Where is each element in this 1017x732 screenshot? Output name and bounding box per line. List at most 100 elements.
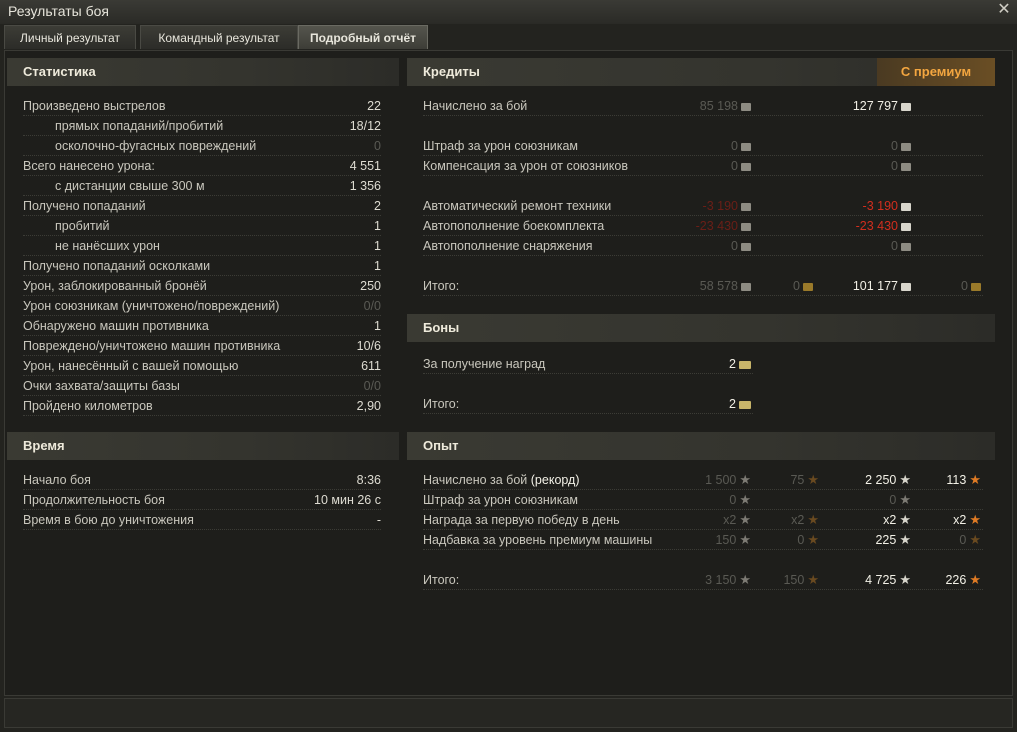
credits-base-gold-value: 0 bbox=[793, 277, 813, 295]
statistics-row: Урон союзникам (уничтожено/повреждений) 0… bbox=[23, 297, 381, 316]
statistics-row-value: 0/0 bbox=[363, 299, 381, 313]
statistics-row: Пройдено километров 2,90 bbox=[23, 397, 381, 416]
free-xp-star-icon: ★ bbox=[807, 472, 819, 487]
credits-row-label: Итого: bbox=[423, 279, 460, 293]
xp-row-label-text: Итого: bbox=[423, 573, 460, 587]
bond-icon bbox=[739, 360, 751, 369]
credits-base-value: -3 190 bbox=[703, 197, 751, 215]
credits-row: Автоматический ремонт техники -3 190 -3 19… bbox=[423, 197, 983, 216]
free-xp-star-icon: ★ bbox=[807, 572, 819, 587]
statistics-header: Статистика bbox=[7, 58, 399, 86]
xp-base-value: x2 ★ bbox=[723, 511, 751, 529]
xp-row-label-text: Начислено за бой bbox=[423, 473, 528, 487]
xp-star-icon: ★ bbox=[739, 472, 751, 487]
time-row-label: Начало боя bbox=[23, 473, 91, 487]
xp-base-value: 0 ★ bbox=[729, 491, 751, 509]
credits-row-label: Автопополнение снаряжения bbox=[423, 239, 593, 253]
statistics-row: Получено попаданий осколками 1 bbox=[23, 257, 381, 276]
statistics-row-value: 1 356 bbox=[349, 179, 381, 193]
credits-premium-gold-text: 0 bbox=[961, 279, 968, 293]
statistics-row-label: Урон союзникам (уничтожено/повреждений) bbox=[23, 299, 280, 313]
xp-star-icon: ★ bbox=[899, 572, 911, 587]
statistics-row-label: Получено попаданий bbox=[23, 199, 146, 213]
xp-row-label: Итого: bbox=[423, 571, 459, 589]
free-xp-star-icon: ★ bbox=[807, 512, 819, 527]
credits-premium-text: 101 177 bbox=[852, 279, 898, 293]
credits-premium-value: 0 bbox=[891, 137, 911, 155]
statistics-row: Урон, заблокированный бронёй 250 bbox=[23, 277, 381, 296]
xp-star-icon: ★ bbox=[899, 492, 911, 507]
xp-premium-free-value-text: 226 bbox=[945, 573, 967, 587]
xp-row-label: Надбавка за уровень премиум машины bbox=[423, 531, 652, 549]
credit-icon bbox=[901, 142, 911, 151]
close-icon[interactable]: ✕ bbox=[995, 1, 1013, 19]
credits-base-value: 58 578 bbox=[700, 277, 751, 295]
credits-premium-text: 0 bbox=[891, 159, 898, 173]
free-xp-star-icon: ★ bbox=[969, 472, 981, 487]
xp-base-value-text: 1 500 bbox=[705, 473, 737, 487]
statistics-row-value: 10/6 bbox=[356, 339, 381, 353]
statistics-row: прямых попаданий/пробитий 18/12 bbox=[23, 117, 381, 136]
bonds-row-text: 2 bbox=[729, 397, 736, 411]
statistics-row-label: Всего нанесено урона: bbox=[23, 159, 155, 173]
statistics-row-label: Урон, заблокированный бронёй bbox=[23, 279, 207, 293]
credit-icon bbox=[901, 282, 911, 291]
statistics-row: осколочно-фугасных повреждений 0 bbox=[23, 137, 381, 156]
credits-header: Кредиты С премиум bbox=[407, 58, 995, 86]
tab-detailed-report[interactable]: Подробный отчёт bbox=[298, 25, 428, 49]
xp-premium-value: 4 725 ★ bbox=[865, 571, 911, 589]
statistics-row-value: 250 bbox=[360, 279, 381, 293]
xp-base-value-text: x2 bbox=[723, 513, 737, 527]
credit-icon bbox=[901, 242, 911, 251]
bonds-row-label: Итого: bbox=[423, 397, 460, 411]
xp-premium-value: 2 250 ★ bbox=[865, 471, 911, 489]
xp-premium-value-text: x2 bbox=[883, 513, 897, 527]
time-row-value: 8:36 bbox=[356, 473, 381, 487]
xp-base-free-value: 150 ★ bbox=[783, 571, 819, 589]
xp-base-free-value: 0 ★ bbox=[797, 531, 819, 549]
xp-star-icon: ★ bbox=[739, 512, 751, 527]
credit-icon bbox=[901, 102, 911, 111]
bonds-row-value: 2 bbox=[729, 355, 751, 373]
credits-premium-value: 0 bbox=[891, 157, 911, 175]
xp-premium-value-text: 0 bbox=[889, 493, 897, 507]
xp-premium-free-value: x2 ★ bbox=[953, 511, 981, 529]
xp-star-icon: ★ bbox=[899, 472, 911, 487]
statistics-row-label: Обнаружено машин противника bbox=[23, 319, 209, 333]
tab-personal-result[interactable]: Личный результат bbox=[4, 25, 136, 49]
statistics-row-value: 0 bbox=[374, 139, 381, 153]
xp-base-free-value-text: x2 bbox=[791, 513, 805, 527]
credits-row: Автопополнение снаряжения 0 0 bbox=[423, 237, 983, 256]
xp-base-free-value-text: 0 bbox=[797, 533, 805, 547]
title-bar: Результаты боя ✕ bbox=[0, 0, 1017, 24]
statistics-row: с дистанции свыше 300 м 1 356 bbox=[23, 177, 381, 196]
xp-premium-free-value: 226 ★ bbox=[945, 571, 981, 589]
xp-row: Итого: 3 150 ★ 150 ★ 4 725 ★ 226 ★ bbox=[423, 571, 983, 590]
record-label: (рекорд) bbox=[530, 473, 580, 487]
credit-icon bbox=[741, 102, 751, 111]
xp-row-label: Начислено за бой (рекорд) bbox=[423, 471, 580, 489]
credits-header-label: Кредиты bbox=[423, 64, 480, 79]
credits-row: Начислено за бой 85 198 127 797 bbox=[423, 97, 983, 116]
credits-row-label: Автоматический ремонт техники bbox=[423, 199, 612, 213]
xp-premium-free-value-text: 0 bbox=[959, 533, 967, 547]
statistics-row-label: с дистанции свыше 300 м bbox=[55, 179, 205, 193]
xp-premium-free-value-text: x2 bbox=[953, 513, 967, 527]
credits-row: Автопополнение боекомплекта -23 430 -23 43… bbox=[423, 217, 983, 236]
statistics-row-value: 1 bbox=[374, 239, 381, 253]
xp-base-free-value-text: 75 bbox=[790, 473, 805, 487]
xp-header: Опыт bbox=[407, 432, 995, 460]
bonds-row: Итого: 2 bbox=[423, 395, 753, 414]
statistics-row-value: 611 bbox=[361, 359, 381, 373]
xp-star-icon: ★ bbox=[899, 512, 911, 527]
credits-premium-text: -23 430 bbox=[855, 219, 898, 233]
tab-team-result[interactable]: Командный результат bbox=[140, 25, 298, 49]
bonds-row-value: 2 bbox=[729, 395, 751, 413]
bonds-row: За получение наград 2 bbox=[423, 355, 753, 374]
xp-star-icon: ★ bbox=[899, 532, 911, 547]
credits-base-text: 58 578 bbox=[699, 279, 738, 293]
xp-premium-value: 225 ★ bbox=[875, 531, 911, 549]
credits-row-label: Автопополнение боекомплекта bbox=[423, 219, 605, 233]
statistics-row: Обнаружено машин противника 1 bbox=[23, 317, 381, 336]
statistics-row: Очки захвата/защиты базы 0/0 bbox=[23, 377, 381, 396]
